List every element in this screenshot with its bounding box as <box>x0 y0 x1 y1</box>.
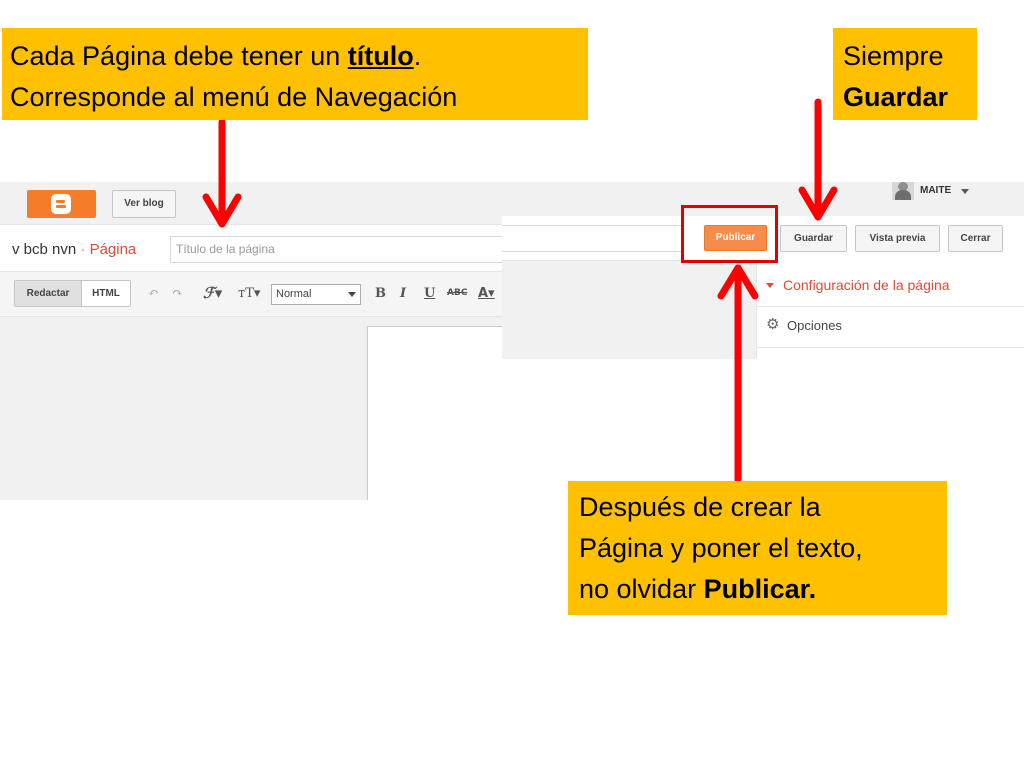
chevron-down-icon <box>766 283 774 288</box>
editor-screenshot-left: Ver blog v bcb nvn · Página Título de la… <box>0 182 502 500</box>
strikethrough-icon[interactable]: ABC <box>447 288 467 298</box>
blog-name: v bcb nvn <box>12 241 77 258</box>
breadcrumb: v bcb nvn · Página <box>12 241 136 258</box>
page-settings-header[interactable]: Configuración de la página <box>757 260 1024 307</box>
blogger-logo[interactable] <box>27 190 96 218</box>
editor-toolbar: Redactar HTML ↶ ↷ ℱ▾ ᴛT▾ Normal B I U AB… <box>0 272 502 317</box>
underline-icon[interactable]: U <box>424 286 435 301</box>
font-family-icon[interactable]: ℱ▾ <box>203 284 222 302</box>
close-button[interactable]: Cerrar <box>948 225 1003 252</box>
callout-publicar-line2: Página y poner el texto, <box>579 533 863 563</box>
page-title-input-end[interactable] <box>502 225 682 252</box>
callout-text: Cada Página debe tener un <box>10 41 348 71</box>
callout-titulo: Cada Página debe tener un título. Corres… <box>2 28 588 120</box>
breadcrumb-pagina: Página <box>89 241 137 258</box>
chevron-down-icon <box>348 292 356 297</box>
undo-icon[interactable]: ↶ <box>148 286 159 301</box>
publish-highlight-box <box>681 205 778 263</box>
top-bar: Ver blog <box>0 182 502 225</box>
callout-titulo-line2: Corresponde al menú de Navegación <box>10 82 458 112</box>
gear-icon: ⚙ <box>766 315 780 333</box>
callout-titulo-line1: Cada Página debe tener un título. <box>10 36 580 77</box>
italic-icon[interactable]: I <box>400 286 406 301</box>
callout-bold-text: Publicar. <box>703 574 817 604</box>
callout-guardar-line1: Siempre <box>843 41 944 71</box>
title-bar: v bcb nvn · Página Título de la página <box>0 225 502 272</box>
callout-publicar-line3: no olvidar Publicar. <box>579 569 936 610</box>
callout-guardar-line2: Guardar <box>843 77 967 118</box>
font-size-icon[interactable]: ᴛT▾ <box>238 286 260 301</box>
preview-button[interactable]: Vista previa <box>855 225 940 252</box>
editor-content-area[interactable] <box>367 326 502 500</box>
callout-publicar-line1: Después de crear la <box>579 492 821 522</box>
avatar[interactable] <box>892 182 914 200</box>
text-color-icon[interactable]: A▾ <box>478 286 495 301</box>
callout-text: no olvidar <box>579 574 704 604</box>
user-name[interactable]: MAITE <box>920 185 951 196</box>
breadcrumb-separator: · <box>76 241 90 258</box>
font-size-value: Normal <box>276 288 312 300</box>
page-title-input[interactable]: Título de la página <box>170 236 502 263</box>
chevron-down-icon[interactable] <box>961 189 969 194</box>
options-item[interactable]: ⚙ Opciones <box>757 307 1024 348</box>
callout-text: . <box>413 41 422 71</box>
editor-background <box>502 260 756 359</box>
html-mode-button[interactable]: HTML <box>81 280 131 307</box>
page-settings-label: Configuración de la página <box>783 277 950 293</box>
blogger-b-icon <box>51 194 71 214</box>
callout-bold-text: Guardar <box>843 82 949 112</box>
compose-mode-button[interactable]: Redactar <box>14 280 82 307</box>
bold-icon[interactable]: B <box>375 286 386 301</box>
callout-guardar: Siempre Guardar <box>833 28 977 120</box>
callout-bold-text: título <box>347 41 414 71</box>
save-button[interactable]: Guardar <box>780 225 847 252</box>
options-label: Opciones <box>787 318 842 333</box>
font-size-select[interactable]: Normal <box>271 284 361 305</box>
page-settings-sidebar: Configuración de la página ⚙ Opciones <box>756 260 1024 358</box>
ver-blog-button[interactable]: Ver blog <box>112 190 176 218</box>
redo-icon[interactable]: ↷ <box>172 286 183 301</box>
callout-publicar: Después de crear la Página y poner el te… <box>568 481 947 615</box>
